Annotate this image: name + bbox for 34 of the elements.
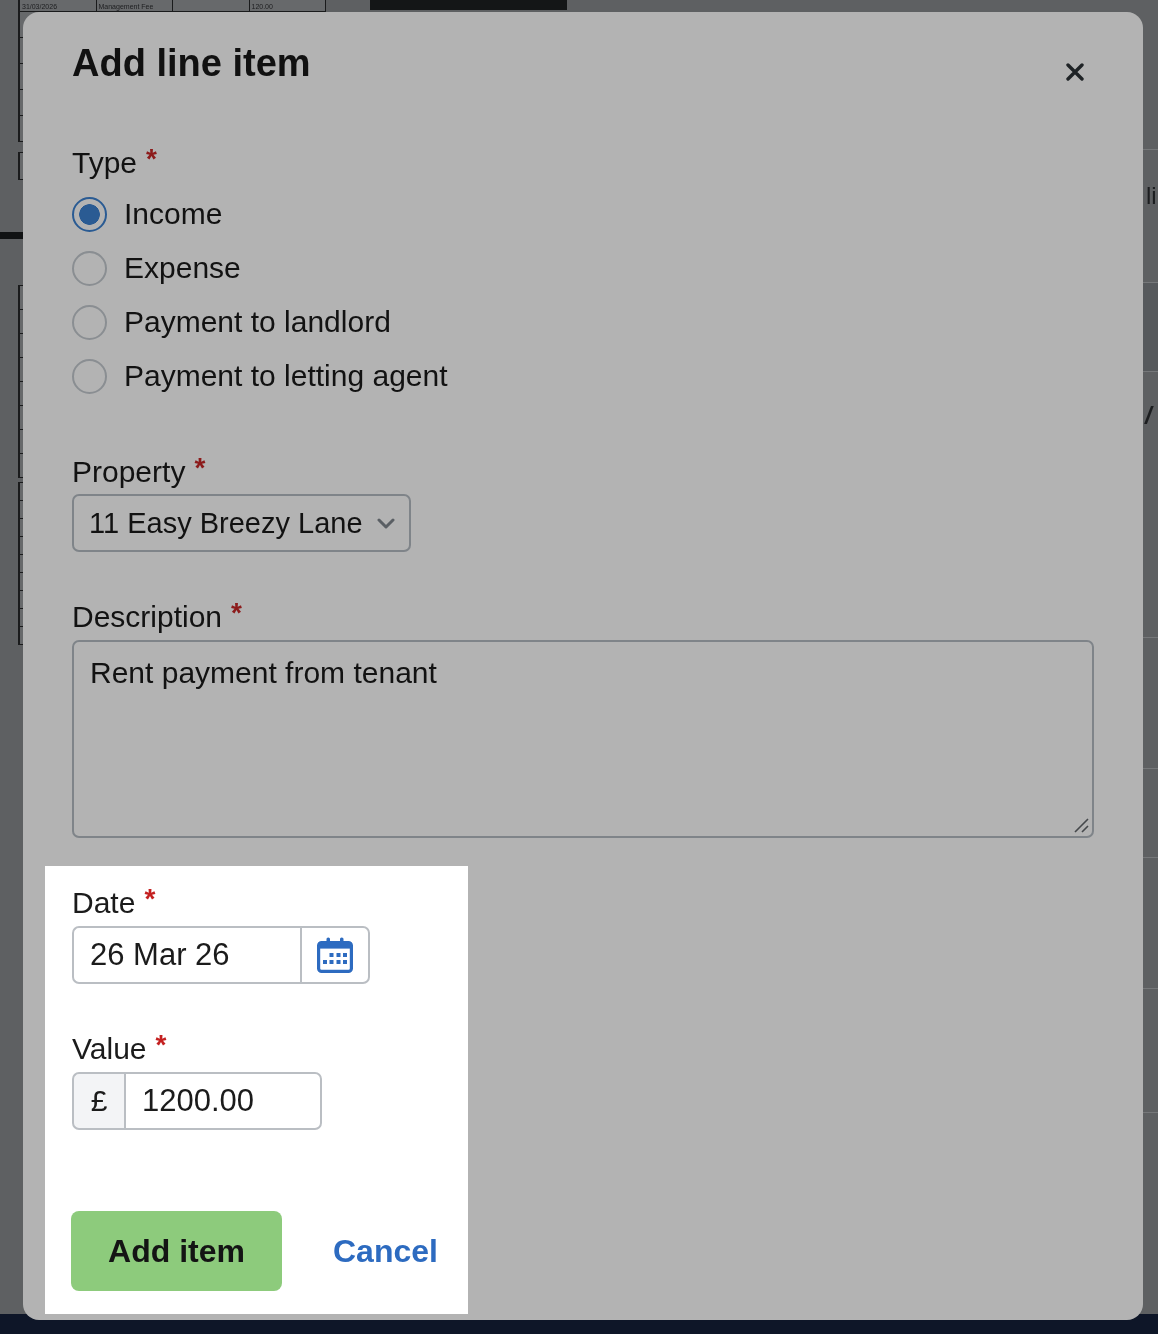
field-label: Description xyxy=(72,599,223,635)
field-label: Date xyxy=(72,885,136,921)
radio-label[interactable]: Payment to letting agent xyxy=(124,358,448,394)
separator-bar xyxy=(0,232,23,239)
cancel-link[interactable]: Cancel xyxy=(333,1231,438,1271)
description-field[interactable]: Rent payment from tenant xyxy=(72,640,1094,838)
resize-handle-icon[interactable] xyxy=(1074,818,1089,833)
radio-label[interactable]: Expense xyxy=(124,250,241,286)
radio-button[interactable] xyxy=(72,304,107,340)
add-item-button[interactable]: Add item xyxy=(71,1211,282,1291)
radio-button[interactable] xyxy=(72,250,107,286)
radio-label[interactable]: Payment to landlord xyxy=(124,304,391,340)
radio-label[interactable]: Income xyxy=(124,196,223,232)
required-mark: * xyxy=(194,454,206,482)
date-field[interactable]: 26 Mar 26 xyxy=(72,926,300,984)
partial-text: li xyxy=(1145,182,1158,210)
field-label: Type xyxy=(72,145,138,181)
required-mark: * xyxy=(144,885,156,913)
value-field[interactable]: 1200.00 xyxy=(124,1072,322,1130)
required-mark: * xyxy=(146,145,157,173)
currency-prefix: £ xyxy=(72,1072,124,1130)
calendar-button[interactable] xyxy=(300,926,370,984)
radio-button[interactable] xyxy=(72,196,107,232)
required-mark: * xyxy=(155,1031,167,1059)
field-label: Property xyxy=(72,454,186,490)
radio-button[interactable] xyxy=(72,358,107,394)
calendar-icon xyxy=(317,937,353,973)
partial-text: / xyxy=(1143,402,1155,430)
field-label: Value xyxy=(72,1031,147,1067)
dialog-title: Add line item xyxy=(72,41,311,85)
required-mark: * xyxy=(231,599,242,627)
close-icon xyxy=(1066,63,1084,81)
property-select[interactable]: 11 Easy Breezy Lane xyxy=(72,494,411,552)
chevron-icon xyxy=(377,517,395,529)
